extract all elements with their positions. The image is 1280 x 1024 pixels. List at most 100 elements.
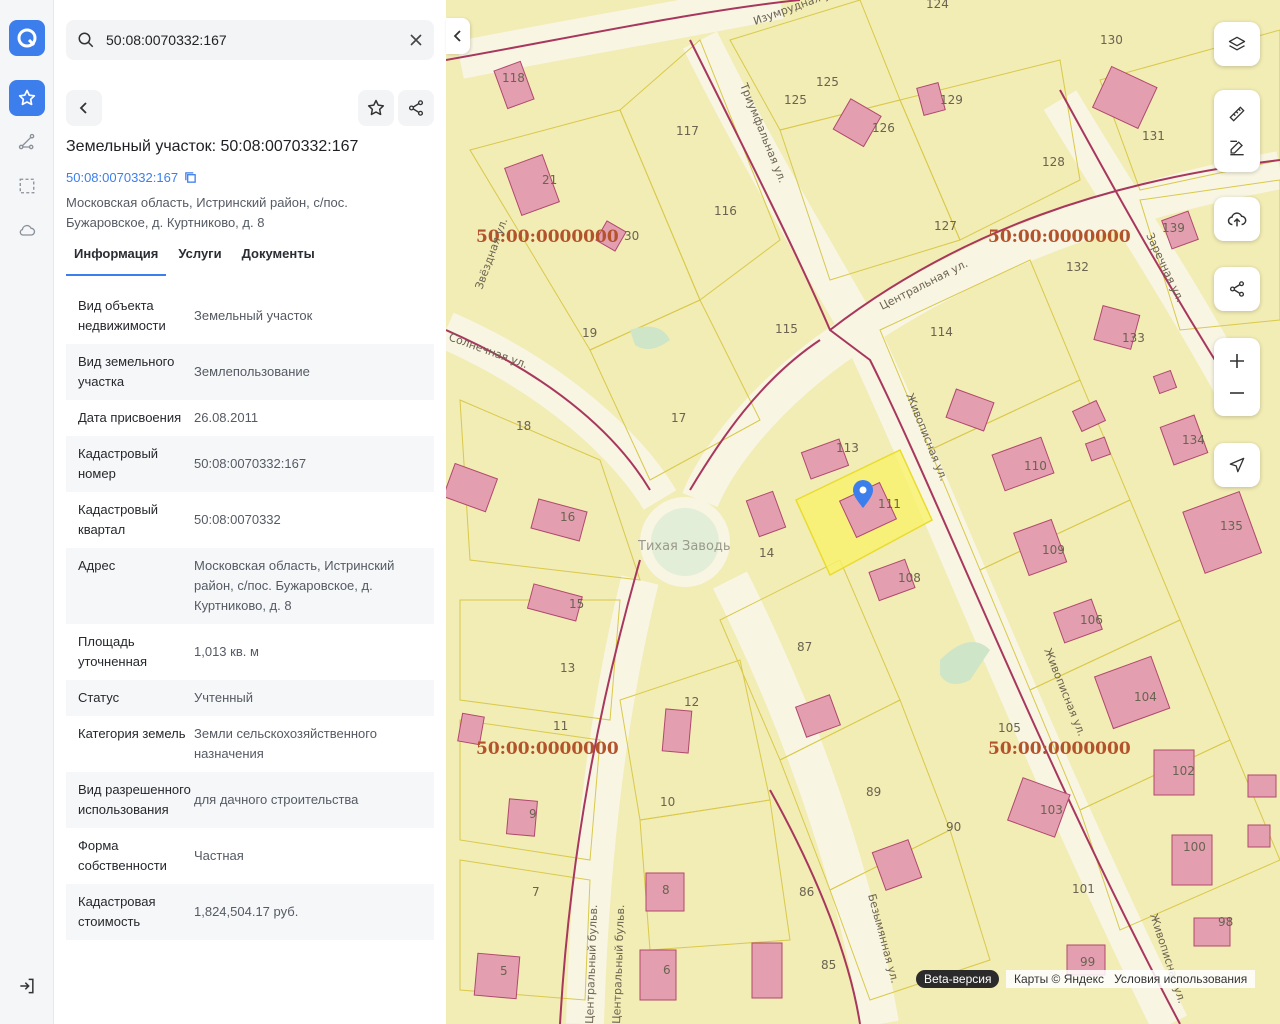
attribution-terms-link[interactable]: Условия использования: [1114, 972, 1247, 986]
svg-text:105: 105: [998, 721, 1021, 735]
svg-text:11: 11: [553, 719, 568, 733]
svg-text:86: 86: [799, 885, 814, 899]
svg-text:19: 19: [582, 326, 597, 340]
field-value: Земли сельскохозяйственного назначения: [194, 726, 377, 761]
copy-icon: [185, 172, 196, 183]
field-value: для дачного строительства: [194, 792, 359, 807]
park-area: [630, 326, 670, 349]
svg-text:50:00:0000000: 50:00:0000000: [988, 227, 1131, 247]
cadastral-map[interactable]: 124 130 118 125 129 125 126 131 117 21 116 128 1…: [446, 0, 1280, 1024]
object-address: Московская область, Истринский район, с/…: [66, 195, 348, 230]
svg-text:102: 102: [1172, 764, 1195, 778]
app-logo-icon[interactable]: [9, 20, 45, 56]
zoom-in-icon[interactable]: [1229, 353, 1245, 369]
share-icon: [408, 100, 424, 116]
field-label: Вид земельного участка: [78, 354, 175, 389]
collapse-panel-button[interactable]: [446, 18, 470, 54]
route-icon[interactable]: [9, 124, 45, 160]
tab-bar: Информация Услуги Документы: [66, 240, 327, 276]
svg-text:98: 98: [1218, 915, 1233, 929]
svg-text:99: 99: [1080, 955, 1095, 969]
svg-text:50:00:0000000: 50:00:0000000: [476, 739, 619, 759]
svg-text:128: 128: [1042, 155, 1065, 169]
field-label: Адрес: [78, 558, 116, 573]
field-label: Категория земель: [78, 726, 186, 741]
back-button[interactable]: [66, 90, 102, 126]
field-value: 50:08:0070332:167: [194, 456, 307, 471]
svg-text:134: 134: [1182, 433, 1205, 447]
navigation-icon: [1229, 457, 1245, 473]
table-row: Категория земель Земли сельскохозяйственн…: [66, 716, 434, 772]
search-icon[interactable]: [66, 31, 106, 49]
svg-text:30: 30: [624, 229, 639, 243]
table-row: Статус Учтенный: [66, 680, 434, 716]
cadastral-link[interactable]: 50:08:0070332:167: [66, 170, 197, 185]
tab-services[interactable]: Услуги: [170, 240, 229, 276]
table-row: Кадастровый квартал 50:08:0070332: [66, 492, 434, 548]
park-area: [940, 642, 990, 684]
svg-text:135: 135: [1220, 519, 1243, 533]
ruler-icon[interactable]: [1227, 104, 1247, 124]
map-attribution: Карты © Яндекс Условия использования: [1006, 970, 1256, 988]
field-label: Кадастровый номер: [78, 446, 159, 481]
share-button[interactable]: [398, 90, 434, 126]
attribution-copyright[interactable]: Карты © Яндекс: [1014, 972, 1104, 986]
search-input[interactable]: [106, 20, 398, 60]
svg-text:116: 116: [714, 204, 737, 218]
tab-info[interactable]: Информация: [66, 240, 167, 276]
svg-text:125: 125: [784, 93, 807, 107]
close-icon[interactable]: [398, 34, 434, 46]
favorite-button[interactable]: [358, 90, 394, 126]
svg-text:50:00:0000000: 50:00:0000000: [988, 739, 1131, 759]
field-label: Кадастровая стоимость: [78, 894, 156, 929]
svg-text:16: 16: [560, 510, 575, 524]
map-canvas[interactable]: 124130118 125129125 126131117 21116128 1…: [446, 0, 1280, 1024]
measure-tools: [1214, 90, 1260, 172]
svg-text:12: 12: [684, 695, 699, 709]
svg-text:127: 127: [934, 219, 957, 233]
field-value: Учтенный: [194, 690, 254, 705]
table-row: Форма собственности Частная: [66, 828, 434, 884]
locate-button[interactable]: [1214, 443, 1260, 487]
svg-text:110: 110: [1024, 459, 1047, 473]
login-icon[interactable]: [9, 968, 45, 1004]
cloud-icon[interactable]: [9, 212, 45, 248]
svg-text:18: 18: [516, 419, 531, 433]
svg-text:21: 21: [542, 173, 557, 187]
select-area-icon[interactable]: [9, 168, 45, 204]
table-row: Дата присвоения 26.08.2011: [66, 400, 434, 436]
field-label: Форма собственности: [78, 838, 167, 873]
svg-text:85: 85: [821, 958, 836, 972]
tab-documents[interactable]: Документы: [234, 240, 323, 276]
info-panel: Земельный участок: 50:08:0070332:167 50:…: [54, 0, 446, 1024]
svg-text:13: 13: [560, 661, 575, 675]
edit-icon[interactable]: [1227, 138, 1247, 158]
zoom-controls: [1214, 338, 1260, 416]
zoom-out-icon[interactable]: [1229, 385, 1245, 401]
field-label: Кадастровый квартал: [78, 502, 159, 537]
table-row: Вид земельного участка Землепользование: [66, 344, 434, 400]
svg-text:115: 115: [775, 322, 798, 336]
svg-text:7: 7: [532, 885, 540, 899]
svg-text:89: 89: [866, 785, 881, 799]
svg-text:101: 101: [1072, 882, 1095, 896]
svg-text:109: 109: [1042, 543, 1065, 557]
svg-text:124: 124: [926, 0, 949, 11]
cadastral-link-text[interactable]: 50:08:0070332:167: [66, 170, 178, 185]
upload-button[interactable]: [1214, 197, 1260, 241]
map-share-button[interactable]: [1214, 267, 1260, 311]
svg-text:100: 100: [1183, 840, 1206, 854]
table-row: Вид разрешенного использования для дачног…: [66, 772, 434, 828]
svg-text:17: 17: [671, 411, 686, 425]
favorites-icon[interactable]: [9, 80, 45, 116]
field-value: 1,013 кв. м: [194, 644, 259, 659]
svg-text:139: 139: [1162, 221, 1185, 235]
layers-button[interactable]: [1214, 22, 1260, 66]
svg-text:5: 5: [500, 964, 508, 978]
svg-text:104: 104: [1134, 690, 1157, 704]
field-value: 50:08:0070332: [194, 512, 281, 527]
svg-text:111: 111: [878, 497, 901, 511]
page-title: Земельный участок: 50:08:0070332:167: [66, 138, 359, 155]
field-value: Землепользование: [194, 364, 310, 379]
info-table: Вид объекта недвижимости Земельный участо…: [66, 288, 434, 940]
